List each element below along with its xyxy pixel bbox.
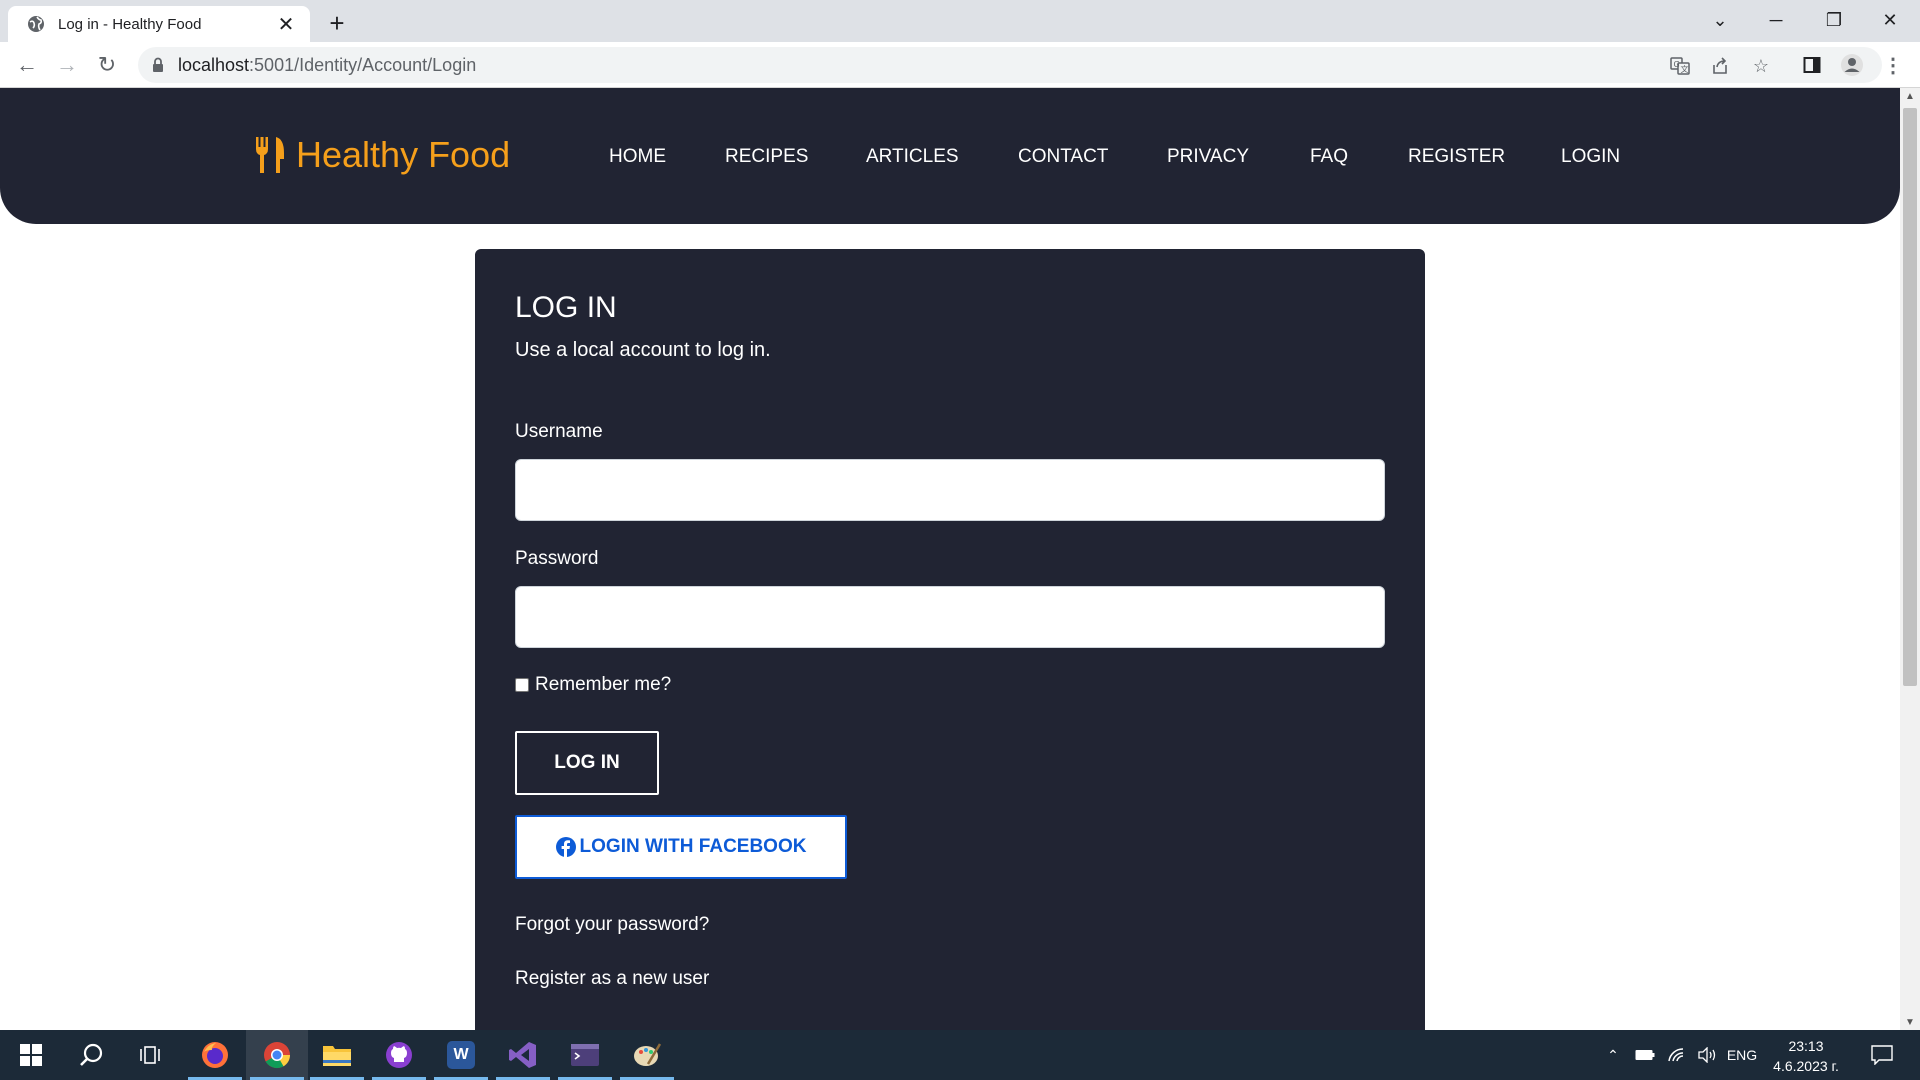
- menu-kebab-icon[interactable]: ⋮: [1877, 49, 1909, 81]
- nav-faq[interactable]: FAQ: [1310, 146, 1408, 168]
- clock-time: 23:13: [1788, 1038, 1824, 1054]
- notifications-icon[interactable]: [1864, 1030, 1900, 1080]
- volume-icon[interactable]: [1692, 1030, 1722, 1080]
- browser-tab-strip: Log in - Healthy Food ✕ + ⌄ ─ ❐ ✕: [0, 0, 1920, 42]
- firefox-icon: [202, 1042, 228, 1068]
- wifi-icon[interactable]: [1662, 1030, 1692, 1080]
- close-tab-icon[interactable]: ✕: [274, 12, 298, 36]
- site-header: Healthy Food HOME RECIPES ARTICLES CONTA…: [0, 88, 1900, 224]
- username-input[interactable]: [515, 459, 1385, 521]
- facebook-login-label: LOGIN WITH FACEBOOK: [579, 836, 807, 857]
- scroll-up-arrow-icon[interactable]: ▲: [1900, 88, 1920, 104]
- folder-icon: [323, 1046, 351, 1066]
- brand-name: Healthy Food: [296, 134, 511, 175]
- restore-button[interactable]: ❐: [1806, 0, 1862, 40]
- main-nav: HOME RECIPES ARTICLES CONTACT PRIVACY FA…: [609, 146, 1620, 168]
- start-button[interactable]: [0, 1030, 62, 1080]
- nav-home[interactable]: HOME: [609, 146, 725, 168]
- remember-me[interactable]: Remember me?: [515, 674, 671, 696]
- nav-recipes[interactable]: RECIPES: [725, 146, 866, 168]
- forgot-password-link[interactable]: Forgot your password?: [515, 914, 709, 936]
- taskbar-chrome[interactable]: [246, 1030, 308, 1080]
- taskbar-word[interactable]: W: [430, 1030, 492, 1080]
- task-view-button[interactable]: [120, 1030, 182, 1080]
- nav-contact[interactable]: CONTACT: [1018, 146, 1167, 168]
- facebook-icon: [555, 837, 576, 857]
- paint-palette-icon: [634, 1043, 662, 1066]
- taskbar-github-desktop[interactable]: [368, 1030, 430, 1080]
- lock-icon: [152, 57, 164, 78]
- forward-button[interactable]: →: [51, 49, 83, 81]
- profile-avatar-icon[interactable]: [1836, 49, 1868, 81]
- windows-taskbar: W ⌃ ENG 23:13 4.6.2023 г.: [0, 1030, 1920, 1080]
- search-button[interactable]: [60, 1030, 122, 1080]
- bookmark-star-icon[interactable]: ☆: [1749, 54, 1773, 78]
- language-indicator[interactable]: ENG: [1724, 1030, 1760, 1080]
- login-button[interactable]: LOG IN: [515, 731, 659, 795]
- tab-search-icon[interactable]: ⌄: [1692, 0, 1748, 40]
- nav-login[interactable]: LOGIN: [1561, 146, 1620, 168]
- taskbar-file-explorer[interactable]: [306, 1030, 368, 1080]
- password-input[interactable]: [515, 586, 1385, 648]
- github-icon: [386, 1042, 412, 1068]
- login-card: LOG IN Use a local account to log in. Us…: [475, 249, 1425, 1030]
- reload-button[interactable]: ↻: [91, 49, 123, 81]
- battery-icon[interactable]: [1630, 1030, 1660, 1080]
- url-host: localhost: [178, 55, 250, 75]
- clock-date: 4.6.2023 г.: [1773, 1058, 1839, 1074]
- nav-register[interactable]: REGISTER: [1408, 146, 1561, 168]
- page-subtitle: Use a local account to log in.: [515, 339, 771, 361]
- taskbar-paint[interactable]: [616, 1030, 678, 1080]
- browser-tab[interactable]: Log in - Healthy Food ✕: [8, 6, 310, 42]
- taskbar-visual-studio[interactable]: [492, 1030, 554, 1080]
- back-button[interactable]: ←: [11, 49, 43, 81]
- close-window-button[interactable]: ✕: [1862, 0, 1918, 40]
- page-viewport: Healthy Food HOME RECIPES ARTICLES CONTA…: [0, 88, 1900, 1030]
- terminal-icon: [571, 1044, 599, 1066]
- username-label: Username: [515, 421, 603, 442]
- scroll-thumb[interactable]: [1903, 108, 1917, 686]
- globe-icon: [26, 14, 46, 34]
- search-icon: [80, 1043, 103, 1066]
- nav-privacy[interactable]: PRIVACY: [1167, 146, 1310, 168]
- task-view-icon: [140, 1046, 160, 1064]
- password-label: Password: [515, 548, 599, 569]
- windows-logo-icon: [20, 1044, 42, 1066]
- url-path: :5001/Identity/Account/Login: [249, 55, 477, 75]
- chrome-icon: [264, 1042, 291, 1069]
- facebook-login-button[interactable]: LOGIN WITH FACEBOOK: [515, 815, 847, 879]
- side-panel-icon[interactable]: [1796, 49, 1828, 81]
- show-hidden-icons-chevron-icon[interactable]: ⌃: [1600, 1030, 1626, 1080]
- word-icon: W: [447, 1041, 475, 1069]
- svg-text:文: 文: [1681, 64, 1689, 74]
- utensils-icon: [256, 137, 284, 173]
- tab-title: Log in - Healthy Food: [58, 15, 202, 33]
- browser-toolbar: ← → ↻ localhost:5001/Identity/Account/Lo…: [0, 42, 1920, 88]
- taskbar-firefox[interactable]: [184, 1030, 246, 1080]
- url-text: localhost:5001/Identity/Account/Login: [178, 55, 476, 76]
- address-bar[interactable]: localhost:5001/Identity/Account/Login G文…: [138, 47, 1882, 83]
- nav-articles[interactable]: ARTICLES: [866, 146, 1018, 168]
- svg-text:G: G: [1674, 60, 1680, 69]
- translate-icon[interactable]: G文: [1668, 54, 1692, 78]
- brand-link[interactable]: Healthy Food: [254, 134, 510, 176]
- share-icon[interactable]: [1708, 54, 1732, 78]
- remember-me-checkbox[interactable]: [515, 678, 529, 692]
- scroll-down-arrow-icon[interactable]: ▼: [1900, 1014, 1920, 1030]
- minimize-button[interactable]: ─: [1748, 0, 1804, 40]
- page-title: LOG IN: [515, 291, 617, 324]
- visual-studio-icon: [509, 1042, 536, 1068]
- register-link[interactable]: Register as a new user: [515, 968, 709, 990]
- system-clock[interactable]: 23:13 4.6.2023 г.: [1760, 1036, 1852, 1076]
- remember-me-label: Remember me?: [535, 674, 672, 695]
- new-tab-button[interactable]: +: [322, 8, 352, 38]
- page-scrollbar[interactable]: ▲ ▼: [1900, 88, 1920, 1030]
- taskbar-terminal[interactable]: [554, 1030, 616, 1080]
